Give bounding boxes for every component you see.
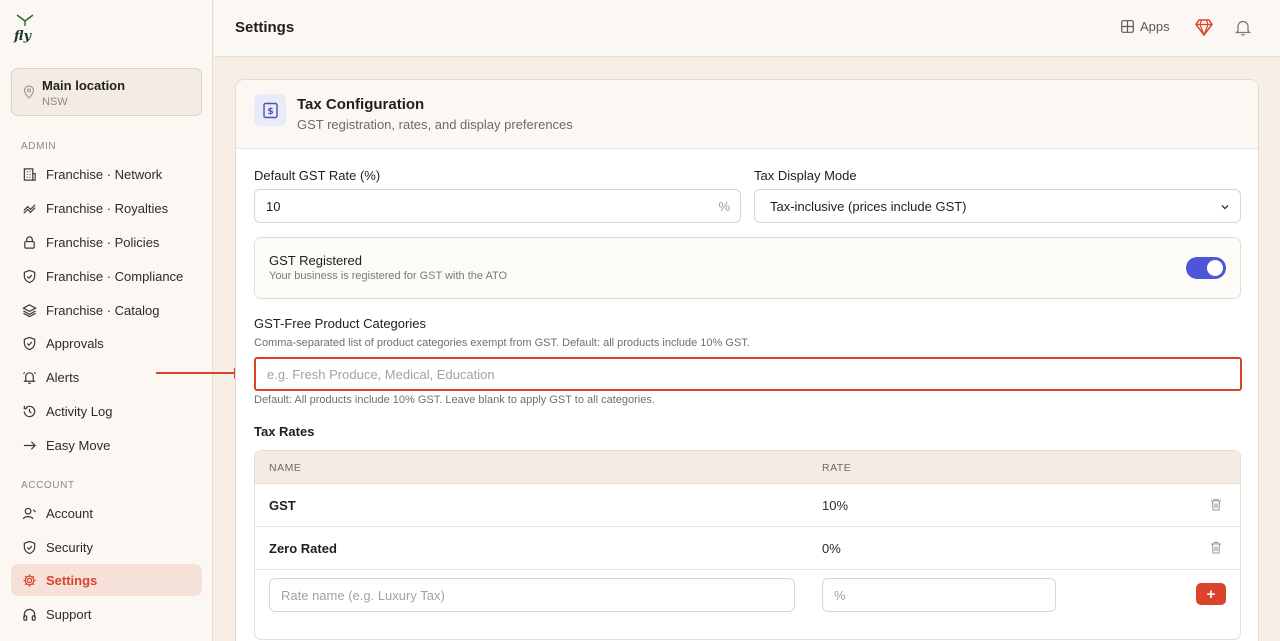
account-section-heading: ACCOUNT xyxy=(21,480,75,491)
admin-section-heading: ADMIN xyxy=(21,141,57,152)
gst-rate-input[interactable]: 10 % xyxy=(254,189,741,223)
grid-icon xyxy=(1121,20,1134,33)
tax-display-mode-value: Tax-inclusive (prices include GST) xyxy=(770,198,967,214)
rate-name: Zero Rated xyxy=(269,541,337,556)
gear-icon xyxy=(23,574,36,587)
gst-registered-panel: GST Registered Your business is register… xyxy=(254,237,1241,299)
tax-rates-table: NAME RATE GST 10% Zero Rated 0% Rate nam… xyxy=(254,450,1241,640)
sidebar-item-franchise-royalties[interactable]: Franchise · Royalties xyxy=(11,192,202,224)
sidebar-item-label: Franchise · Policies xyxy=(46,235,160,250)
gst-registered-toggle[interactable] xyxy=(1186,257,1226,279)
gst-free-categories-input[interactable]: e.g. Fresh Produce, Medical, Education xyxy=(254,357,1242,391)
sidebar-item-security[interactable]: Security xyxy=(11,531,202,563)
rate-name: GST xyxy=(269,498,296,513)
sidebar-item-account[interactable]: Account xyxy=(11,497,202,529)
rate-value: 0% xyxy=(822,541,841,556)
sidebar-item-label: Settings xyxy=(46,573,98,588)
sidebar-item-easy-move[interactable]: Easy Move xyxy=(11,429,202,461)
tax-configuration-card: $ Tax Configuration GST registration, ra… xyxy=(235,79,1259,641)
new-rate-name-input[interactable]: Rate name (e.g. Luxury Tax) xyxy=(269,578,795,612)
sidebar: fly Main location NSW ADMIN Franchise · … xyxy=(0,0,213,641)
gst-free-categories-label: GST-Free Product Categories xyxy=(254,316,426,331)
card-header: $ Tax Configuration GST registration, ra… xyxy=(236,80,1258,149)
sidebar-item-label: Alerts xyxy=(46,370,80,385)
sidebar-item-franchise-network[interactable]: Franchise · Network xyxy=(11,158,202,190)
sidebar-item-label: Franchise · Compliance xyxy=(46,269,184,284)
shield-icon xyxy=(23,540,36,555)
rate-value: 10% xyxy=(822,498,849,513)
apps-button[interactable]: Apps xyxy=(1121,19,1170,34)
trash-icon[interactable] xyxy=(1210,498,1222,511)
gst-free-categories-note: Default: All products include 10% GST. L… xyxy=(254,394,655,406)
tax-display-mode-label: Tax Display Mode xyxy=(754,168,857,183)
apps-label: Apps xyxy=(1140,19,1170,34)
map-pin-icon xyxy=(23,85,35,99)
add-rate-button[interactable]: + xyxy=(1196,583,1226,605)
sidebar-item-label: Security xyxy=(46,540,93,555)
sidebar-item-label: Easy Move xyxy=(46,438,111,453)
sidebar-item-support[interactable]: Support xyxy=(11,598,202,630)
location-switcher[interactable]: Main location NSW xyxy=(11,68,202,116)
table-header: NAME RATE xyxy=(255,451,1240,484)
tax-rates-heading: Tax Rates xyxy=(254,424,315,439)
sidebar-item-label: Franchise · Network xyxy=(46,167,163,182)
gst-free-categories-help: Comma-separated list of product categori… xyxy=(254,337,750,349)
bell-icon[interactable] xyxy=(1235,19,1251,37)
top-bar: Settings Apps xyxy=(214,0,1280,57)
sidebar-item-franchise-catalog[interactable]: Franchise · Catalog xyxy=(11,294,202,326)
shield-check-icon xyxy=(23,269,36,284)
toggle-knob xyxy=(1207,260,1223,276)
gem-icon[interactable] xyxy=(1195,19,1213,36)
receipt-dollar-icon: $ xyxy=(254,94,286,126)
gst-rate-value: 10 xyxy=(266,198,281,214)
lock-icon xyxy=(24,236,35,249)
sidebar-item-settings[interactable]: Settings xyxy=(11,564,202,596)
location-region: NSW xyxy=(42,96,68,108)
chevron-down-icon xyxy=(1221,205,1229,210)
new-rate-percent-placeholder: % xyxy=(834,587,846,603)
sidebar-item-label: Support xyxy=(46,607,92,622)
card-subtitle: GST registration, rates, and display pre… xyxy=(297,117,573,132)
history-icon xyxy=(23,405,36,418)
svg-text:$: $ xyxy=(267,107,273,117)
column-header-name: NAME xyxy=(269,462,302,474)
building-icon xyxy=(23,168,36,181)
sidebar-item-label: Franchise · Royalties xyxy=(46,201,169,216)
user-icon xyxy=(22,507,37,520)
column-header-rate: RATE xyxy=(822,462,852,474)
table-row: Zero Rated 0% xyxy=(255,527,1240,570)
card-title: Tax Configuration xyxy=(297,96,425,113)
layers-icon xyxy=(22,304,37,318)
location-name: Main location xyxy=(42,78,126,93)
headphones-icon xyxy=(23,608,36,621)
tax-display-mode-select[interactable]: Tax-inclusive (prices include GST) xyxy=(754,189,1241,223)
trash-icon[interactable] xyxy=(1210,541,1222,554)
fly-logo[interactable]: fly xyxy=(13,13,37,43)
gst-free-categories-placeholder: e.g. Fresh Produce, Medical, Education xyxy=(267,366,495,382)
page-title: Settings xyxy=(235,19,295,36)
shield-check-icon xyxy=(23,336,36,351)
percent-suffix: % xyxy=(718,199,730,214)
royalties-icon xyxy=(23,204,36,214)
table-row: GST 10% xyxy=(255,484,1240,527)
sidebar-item-label: Activity Log xyxy=(46,404,113,419)
gst-registered-description: Your business is registered for GST with… xyxy=(269,270,508,282)
arrow-right-icon xyxy=(23,441,36,450)
gst-registered-title: GST Registered xyxy=(269,253,362,268)
plus-icon: + xyxy=(1206,585,1216,603)
new-rate-percent-input[interactable]: % xyxy=(822,578,1056,612)
sidebar-item-label: Approvals xyxy=(46,336,104,351)
sidebar-item-franchise-policies[interactable]: Franchise · Policies xyxy=(11,226,202,258)
new-rate-name-placeholder: Rate name (e.g. Luxury Tax) xyxy=(281,587,445,603)
gst-rate-label: Default GST Rate (%) xyxy=(254,168,381,183)
sidebar-item-franchise-compliance[interactable]: Franchise · Compliance xyxy=(11,260,202,292)
sidebar-item-label: Franchise · Catalog xyxy=(46,303,160,318)
sidebar-item-label: Account xyxy=(46,506,93,521)
sidebar-item-activity-log[interactable]: Activity Log xyxy=(11,395,202,427)
svg-text:fly: fly xyxy=(13,29,32,43)
sidebar-item-approvals[interactable]: Approvals xyxy=(11,327,202,359)
bell-ring-icon xyxy=(23,371,36,384)
